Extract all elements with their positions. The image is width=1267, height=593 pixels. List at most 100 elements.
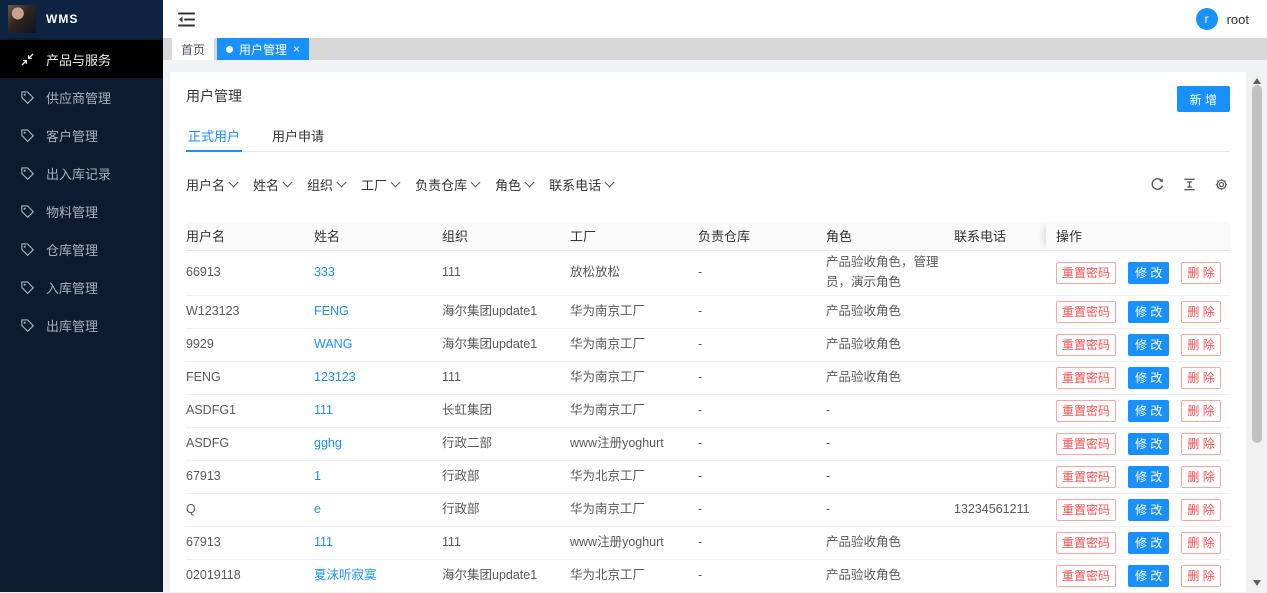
sidebar-item-label: 入库管理 [46, 278, 98, 297]
edit-button[interactable]: 修 改 [1128, 565, 1169, 587]
user-name-link[interactable]: 333 [314, 265, 335, 279]
edit-button[interactable]: 修 改 [1128, 466, 1169, 488]
page-tab[interactable]: 用户申请 [270, 118, 326, 151]
edit-button[interactable]: 修 改 [1128, 334, 1169, 356]
cell-factory: 华为南京工厂 [570, 394, 698, 427]
cell-name: 夏沫听寂寞 [314, 559, 442, 592]
filter-dropdown[interactable]: 联系电话 [549, 175, 613, 194]
delete-button[interactable]: 删 除 [1181, 400, 1220, 422]
cell-role: 产品验收角色 [826, 361, 954, 394]
tab-close-icon[interactable]: × [293, 43, 300, 55]
reset-password-button[interactable]: 重置密码 [1056, 565, 1116, 587]
cell-actions: 重置密码修 改删 除 [1046, 328, 1230, 361]
settings-gear-icon[interactable] [1213, 176, 1230, 193]
edit-button[interactable]: 修 改 [1128, 367, 1169, 389]
edit-button[interactable]: 修 改 [1128, 400, 1169, 422]
column-header: 姓名 [314, 222, 442, 250]
user-name-link[interactable]: e [314, 502, 321, 516]
sidebar-item[interactable]: 出库管理 [0, 306, 163, 344]
tag-icon [20, 166, 35, 181]
delete-button[interactable]: 删 除 [1181, 262, 1220, 284]
filter-dropdown[interactable]: 负责仓库 [415, 175, 479, 194]
sidebar-item[interactable]: 仓库管理 [0, 230, 163, 268]
table-row: W123123FENG海尔集团update1华为南京工厂-产品验收角色重置密码修… [186, 295, 1230, 328]
reset-password-button[interactable]: 重置密码 [1056, 301, 1116, 323]
scroll-up-arrow-icon[interactable] [1253, 78, 1261, 84]
cell-actions: 重置密码修 改删 除 [1046, 427, 1230, 460]
user-name-link[interactable]: FENG [314, 304, 349, 318]
user-name-link[interactable]: WANG [314, 337, 352, 351]
cell-factory: www注册yoghurt [570, 427, 698, 460]
filter-dropdown[interactable]: 姓名 [253, 175, 291, 194]
reset-password-button[interactable]: 重置密码 [1056, 466, 1116, 488]
sidebar-item[interactable]: 出入库记录 [0, 154, 163, 192]
tag-icon [20, 280, 35, 295]
user-name-link[interactable]: 1 [314, 469, 321, 483]
user-menu[interactable]: r root [1196, 8, 1249, 30]
delete-button[interactable]: 删 除 [1181, 565, 1220, 587]
tag-icon [20, 90, 35, 105]
filter-dropdown[interactable]: 组织 [307, 175, 345, 194]
edit-button[interactable]: 修 改 [1128, 532, 1169, 554]
menu-fold-icon[interactable] [177, 11, 196, 28]
reset-password-button[interactable]: 重置密码 [1056, 499, 1116, 521]
column-header: 工厂 [570, 222, 698, 250]
reset-password-button[interactable]: 重置密码 [1056, 400, 1116, 422]
reset-password-button[interactable]: 重置密码 [1056, 367, 1116, 389]
table-row: FENG123123111华为南京工厂-产品验收角色重置密码修 改删 除 [186, 361, 1230, 394]
cell-name: gghg [314, 427, 442, 460]
sidebar: WMS 产品与服务供应商管理客户管理出入库记录物料管理仓库管理入库管理出库管理 [0, 0, 163, 592]
reset-password-button[interactable]: 重置密码 [1056, 532, 1116, 554]
nav-tab[interactable]: 首页 [172, 38, 214, 60]
vertical-scrollbar[interactable] [1249, 72, 1265, 592]
user-name-link[interactable]: 夏沫听寂寞 [314, 568, 377, 582]
filter-dropdown[interactable]: 用户名 [186, 175, 237, 194]
cell-actions: 重置密码修 改删 除 [1046, 295, 1230, 328]
cell-actions: 重置密码修 改删 除 [1046, 559, 1230, 592]
cell-factory: www注册yoghurt [570, 526, 698, 559]
tag-icon [20, 204, 35, 219]
filter-bar: 用户名姓名组织工厂负责仓库 角色联系电话 [186, 175, 613, 194]
filter-dropdown[interactable]: 工厂 [361, 175, 399, 194]
nav-tab[interactable]: 用户管理× [217, 38, 309, 60]
delete-button[interactable]: 删 除 [1181, 466, 1220, 488]
filter-dropdown[interactable]: 角色 [495, 175, 533, 194]
scroll-down-arrow-icon[interactable] [1253, 580, 1261, 586]
add-button[interactable]: 新 增 [1177, 86, 1230, 112]
topbar: r root [163, 0, 1267, 38]
reload-icon[interactable] [1149, 176, 1166, 193]
users-table: 用户名姓名组织工厂负责仓库角色联系电话操作 66913333111放松放松-产品… [186, 222, 1230, 593]
filter-label: 负责仓库 [415, 175, 467, 194]
reset-password-button[interactable]: 重置密码 [1056, 334, 1116, 356]
edit-button[interactable]: 修 改 [1128, 301, 1169, 323]
cell-factory: 华为南京工厂 [570, 295, 698, 328]
cell-phone [954, 328, 1046, 361]
user-name-link[interactable]: 111 [314, 535, 333, 549]
user-name-link[interactable]: gghg [314, 436, 342, 450]
delete-button[interactable]: 删 除 [1181, 499, 1220, 521]
page-tab[interactable]: 正式用户 [186, 118, 242, 151]
delete-button[interactable]: 删 除 [1181, 334, 1220, 356]
sidebar-item[interactable]: 物料管理 [0, 192, 163, 230]
user-name-link[interactable]: 123123 [314, 370, 356, 384]
edit-button[interactable]: 修 改 [1128, 433, 1169, 455]
sidebar-item[interactable]: 入库管理 [0, 268, 163, 306]
scrollbar-thumb[interactable] [1252, 85, 1262, 443]
sidebar-item[interactable]: 产品与服务 [0, 40, 163, 78]
edit-button[interactable]: 修 改 [1128, 499, 1169, 521]
reset-password-button[interactable]: 重置密码 [1056, 433, 1116, 455]
sidebar-item-label: 客户管理 [46, 126, 98, 145]
delete-button[interactable]: 删 除 [1181, 433, 1220, 455]
density-icon[interactable] [1181, 176, 1198, 193]
user-name-link[interactable]: 111 [314, 403, 333, 417]
cell-phone: 13234561211 [954, 493, 1046, 526]
cell-factory: 华为北京工厂 [570, 460, 698, 493]
edit-button[interactable]: 修 改 [1128, 262, 1169, 284]
sidebar-item[interactable]: 供应商管理 [0, 78, 163, 116]
sidebar-item-label: 出入库记录 [46, 164, 111, 183]
delete-button[interactable]: 删 除 [1181, 532, 1220, 554]
reset-password-button[interactable]: 重置密码 [1056, 262, 1116, 284]
sidebar-item[interactable]: 客户管理 [0, 116, 163, 154]
delete-button[interactable]: 删 除 [1181, 367, 1220, 389]
delete-button[interactable]: 删 除 [1181, 301, 1220, 323]
